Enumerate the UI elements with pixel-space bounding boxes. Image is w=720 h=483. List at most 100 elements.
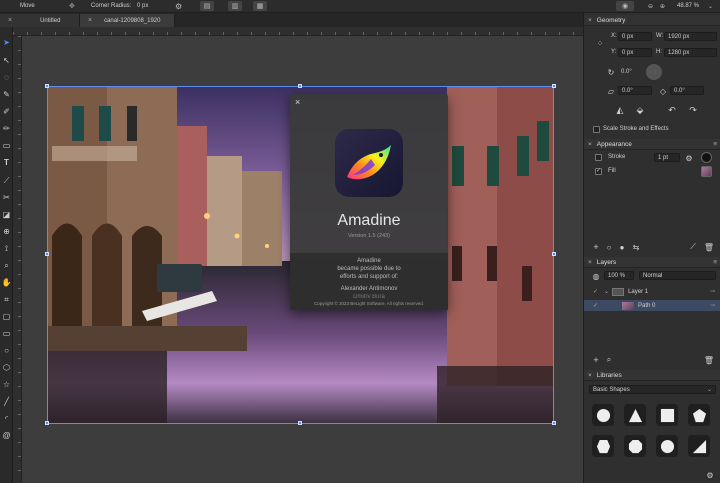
knife-icon[interactable]: ⟋ [1,175,12,186]
fill-image-swatch[interactable] [701,166,712,177]
zoom-tool-icon[interactable]: ⌕ [1,260,12,271]
close-icon[interactable]: × [588,17,592,24]
width-input[interactable]: 1920 px [664,32,717,41]
rotation-input[interactable]: 0.0° [618,67,648,76]
rounded-rect-icon[interactable]: ▭ [1,328,12,339]
rectangle-shape-icon[interactable]: ▢ [1,311,12,322]
pen-icon[interactable]: ✎ [1,89,12,100]
menu-icon[interactable]: ≡ [713,141,717,148]
star-icon[interactable]: ☆ [1,379,12,390]
flip-vertical-icon[interactable]: ⬙ [634,104,646,116]
resize-handle[interactable] [45,421,49,425]
pencil-icon[interactable]: ✏ [1,123,12,134]
lock-icon[interactable]: ⊸ [710,302,715,309]
right-triangle-shape[interactable] [688,435,710,457]
stroke-width-input[interactable]: 1 pt [654,153,680,162]
search-icon[interactable]: ⌕ [604,355,614,365]
opacity-input[interactable]: 100 % [604,271,634,280]
layer-row[interactable]: ✓ ⌄ Layer 1 ⊸ [584,286,720,297]
fill-add-icon[interactable]: ● [617,242,627,252]
zoom-out-icon[interactable]: ⊖ [648,3,653,10]
tab-canal[interactable]: × canal-1209808_1920 [80,14,175,27]
triangle-shape[interactable] [624,404,646,426]
fill-checkbox[interactable]: ✓ [595,168,602,175]
y-input[interactable]: 0 px [618,48,652,57]
resize-handle[interactable] [552,252,556,256]
arc-icon[interactable]: ◜ [1,413,12,424]
resize-handle[interactable] [298,84,302,88]
anchor-grid-icon[interactable]: ⁘ [594,37,606,49]
vertical-ruler[interactable] [13,36,22,483]
close-icon[interactable]: × [588,259,592,266]
eye-icon[interactable]: ◉ [616,1,634,11]
clear-icon[interactable]: ⟋ [688,242,698,252]
resize-handle[interactable] [552,84,556,88]
trash-icon[interactable]: 🗑 [704,242,714,252]
polygon-icon[interactable]: ⬡ [1,362,12,373]
add-icon[interactable]: + [591,242,601,252]
octagon-shape[interactable] [624,435,646,457]
gear-icon[interactable]: ⚙ [705,470,715,480]
height-input[interactable]: 1280 px [664,48,717,57]
trash-icon[interactable]: 🗑 [704,355,714,365]
gear-icon[interactable]: ⚙ [684,153,694,163]
scale-stroke-checkbox[interactable] [593,126,600,133]
appearance-header[interactable]: × Appearance ≡ [584,139,720,150]
shape-builder-icon[interactable]: ⊕ [1,226,12,237]
move-icon[interactable]: ✥ [69,2,75,10]
arrange-icon[interactable]: ▦ [253,1,267,11]
resize-handle[interactable] [552,421,556,425]
resize-handle[interactable] [45,84,49,88]
blend-mode-select[interactable]: Normal [639,271,716,280]
close-icon[interactable]: × [8,17,12,24]
shear-b-input[interactable]: 0.0° [670,86,704,95]
library-category-select[interactable]: Basic Shapes ⌄ [589,385,716,394]
scissors-icon[interactable]: ✂ [1,192,12,203]
flip-horizontal-icon[interactable]: ◭ [614,104,626,116]
x-input[interactable]: 0 px [618,32,652,41]
visibility-checkbox-icon[interactable]: ✓ [593,288,598,295]
hand-tool-icon[interactable]: ✋ [1,277,12,288]
corner-radius-input[interactable]: 0 px [137,3,148,9]
visibility-checkbox-icon[interactable]: ✓ [593,302,598,309]
pentagon-shape[interactable] [688,404,710,426]
lasso-icon[interactable]: ◌ [1,72,12,83]
spiral-icon[interactable]: @ [1,430,12,441]
lock-icon[interactable]: ⊸ [710,288,715,295]
shear-a-input[interactable]: 0.0° [618,86,652,95]
stroke-color-swatch[interactable] [701,152,712,163]
resize-handle[interactable] [45,252,49,256]
brush-icon[interactable]: ✐ [1,106,12,117]
direct-select-icon[interactable]: ↖ [1,55,12,66]
eraser-icon[interactable]: ◪ [1,209,12,220]
eyedropper-icon[interactable]: ⟟ [1,243,12,254]
resize-handle[interactable] [298,421,302,425]
circle-shape[interactable] [592,404,614,426]
chevron-down-icon[interactable]: ⌄ [604,288,609,295]
layer-row[interactable]: ✓ Path 0 ⊸ [584,300,720,311]
zoom-value[interactable]: 48.87 % [677,3,699,9]
horizontal-ruler[interactable] [13,27,583,36]
menu-icon[interactable]: ≡ [713,259,717,266]
stroke-checkbox[interactable] [595,154,602,161]
close-icon[interactable]: × [588,141,592,148]
close-icon[interactable]: × [295,97,300,107]
redo-icon[interactable]: ↷ [687,104,699,116]
undo-icon[interactable]: ↶ [666,104,678,116]
hexagon-shape[interactable] [592,435,614,457]
ellipse-icon[interactable]: ○ [1,345,12,356]
rotation-dial[interactable] [646,64,662,80]
align-icon[interactable]: ▤ [200,1,214,11]
layers-header[interactable]: × Layers ≡ [584,257,720,268]
chevron-down-icon[interactable]: ⌄ [708,3,713,10]
tab-untitled[interactable]: × Untitled [0,14,80,27]
close-icon[interactable]: × [88,17,92,24]
distribute-icon[interactable]: ▥ [228,1,242,11]
stroke-add-icon[interactable]: ○ [604,242,614,252]
swap-icon[interactable]: ⇆ [631,242,641,252]
crop-icon[interactable]: ⌗ [1,294,12,305]
select-tool-icon[interactable]: ➤ [1,37,12,48]
square-shape[interactable] [656,404,678,426]
rectangle-tool-icon[interactable]: ▭ [1,140,12,151]
geometry-header[interactable]: × Geometry [584,15,720,26]
